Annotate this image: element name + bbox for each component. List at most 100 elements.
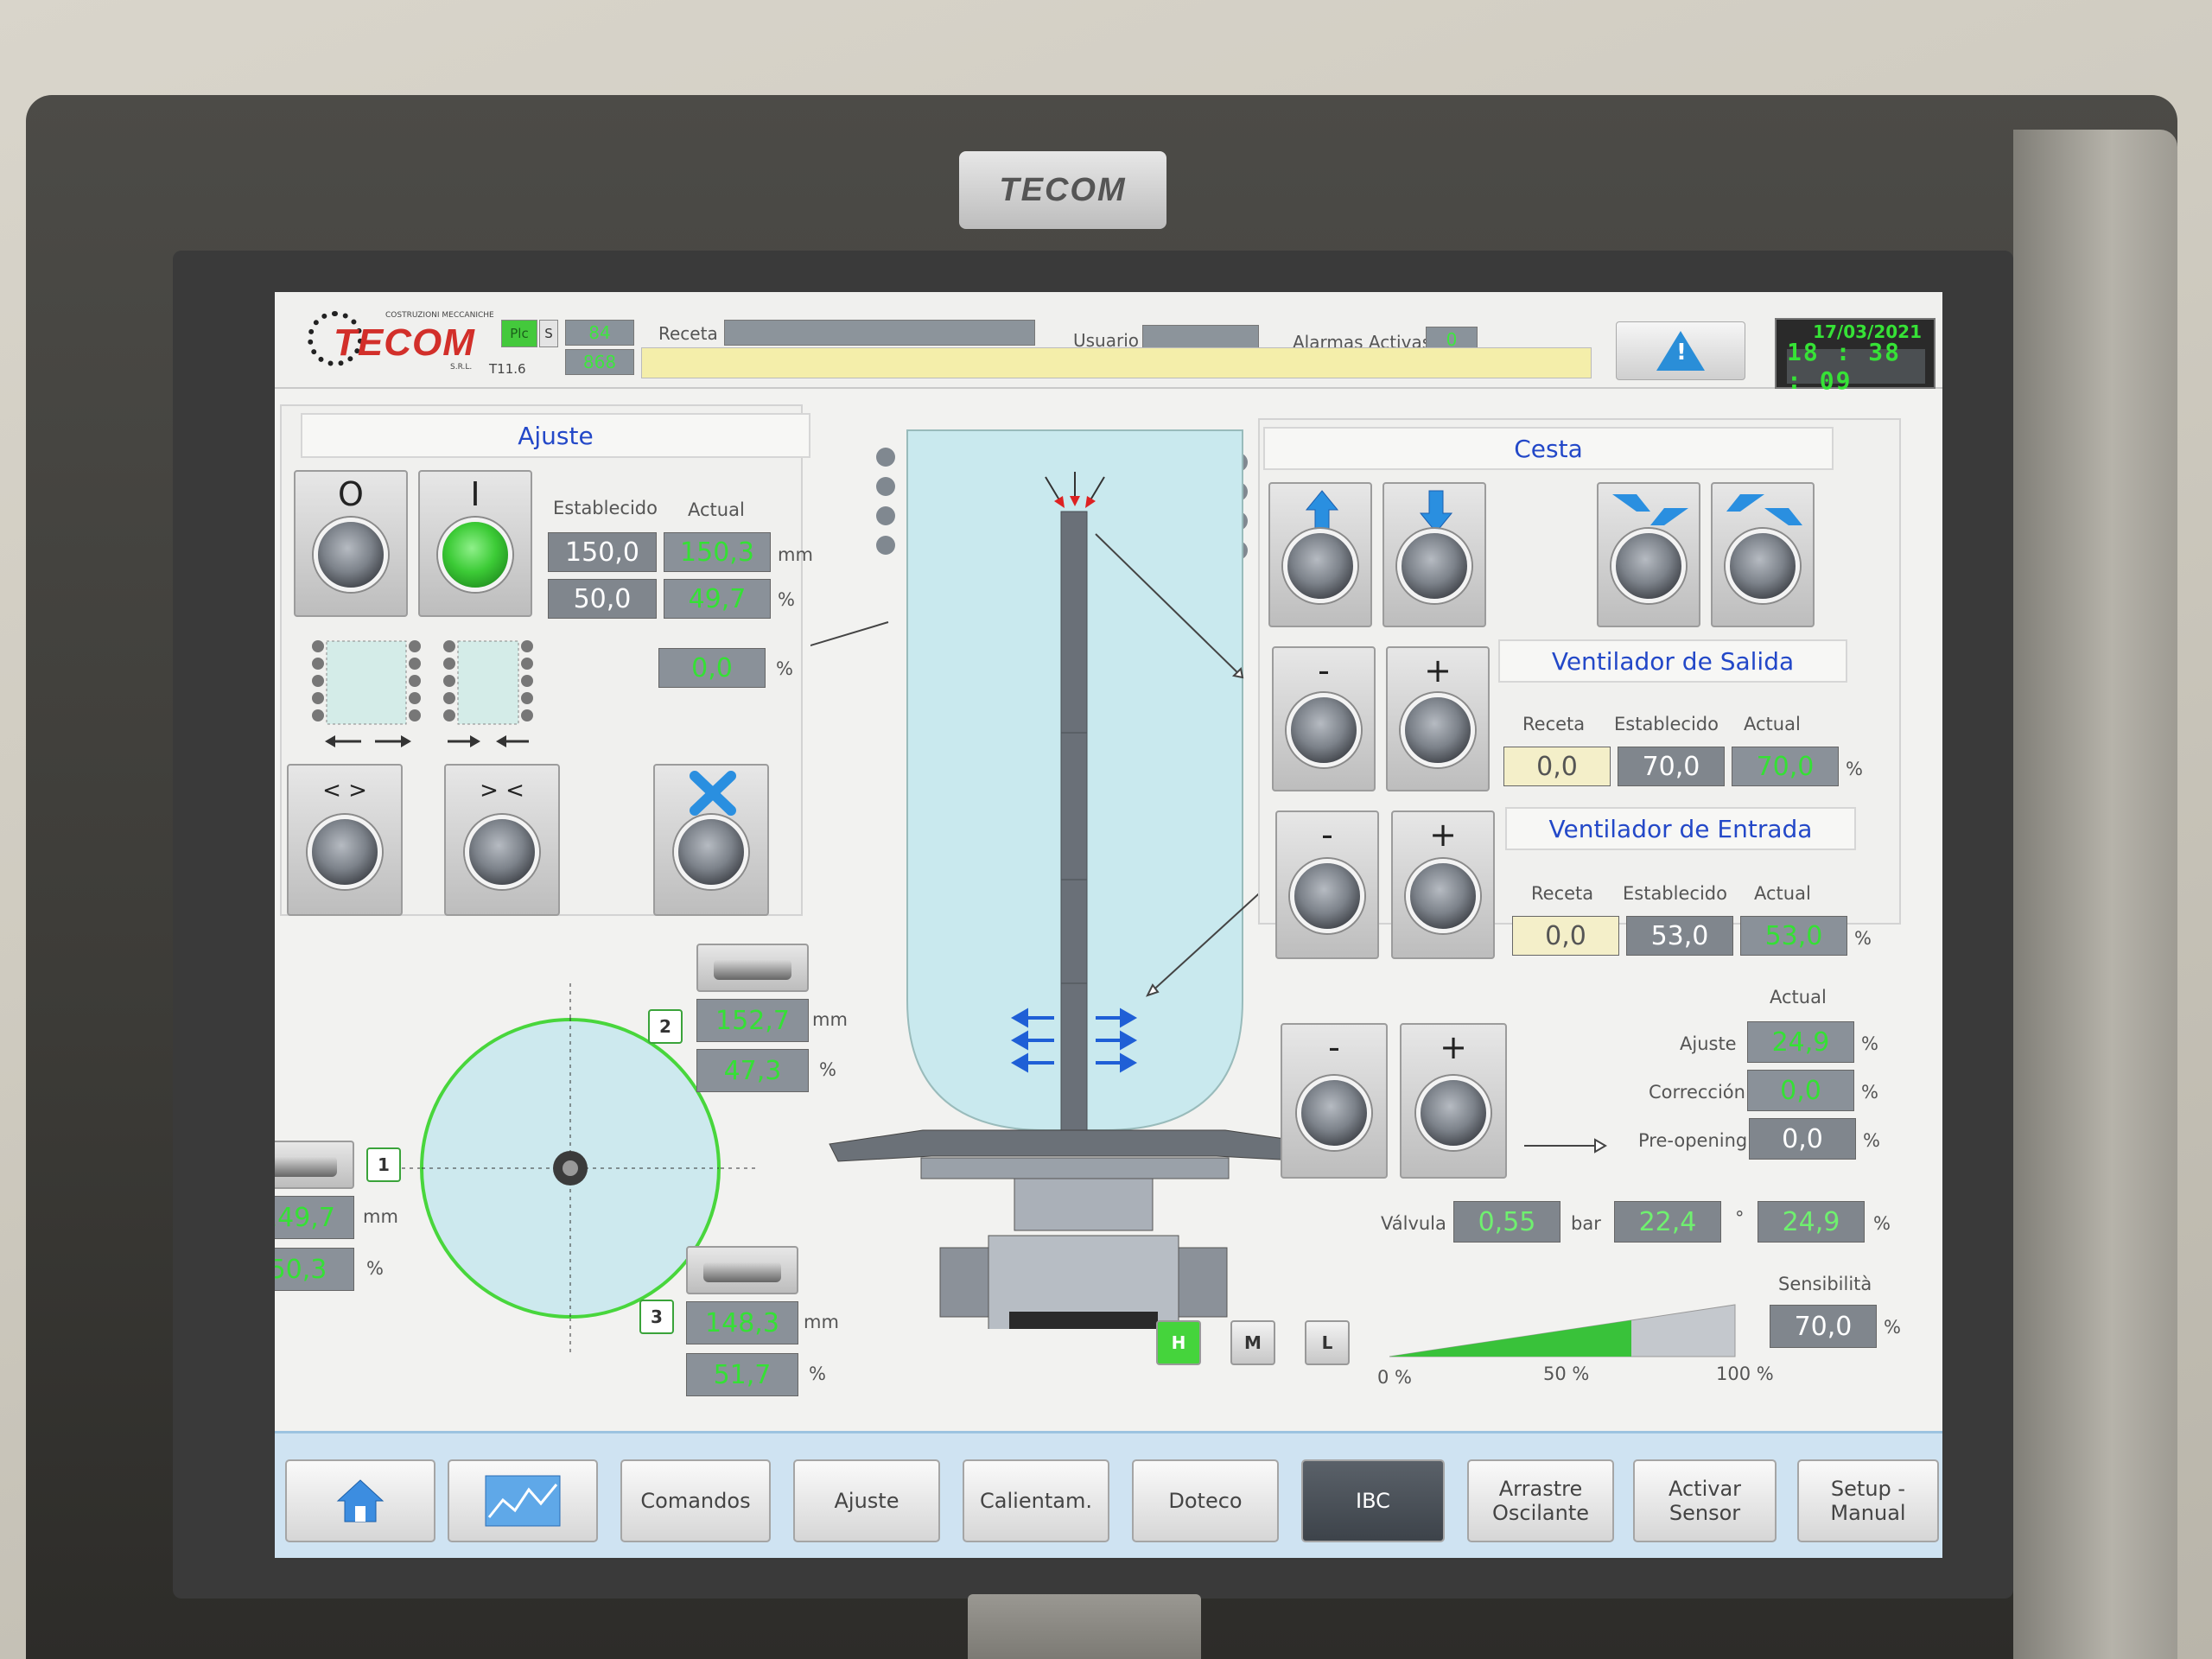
entrada-actual-label: Actual xyxy=(1754,883,1811,904)
ajuste-set-mm[interactable]: 150,0 xyxy=(548,532,657,572)
sensor-1-mm: 149,7 xyxy=(275,1196,354,1239)
ajuste-pct-unit: % xyxy=(778,589,795,610)
valvula-deg-value: 22,4 xyxy=(1614,1201,1721,1243)
sensor-1-mm-unit: mm xyxy=(363,1206,398,1227)
hmi-screen: COSTRUZIONI MECCANICHE TECOM S.R.L. T11.… xyxy=(275,292,1942,1558)
sensor-1-id: 1 xyxy=(366,1147,401,1182)
sensor-3-pct-unit: % xyxy=(809,1363,826,1384)
counter-top: 84 xyxy=(565,320,634,346)
entrada-unit: % xyxy=(1854,928,1872,949)
salida-minus-label: - xyxy=(1318,652,1330,690)
ajuste-actual-header: Actual xyxy=(1770,987,1827,1007)
preopening-value[interactable]: 0,0 xyxy=(1749,1118,1856,1160)
off-button[interactable]: O xyxy=(294,470,408,617)
mould-diagrams xyxy=(312,640,533,747)
salida-plus-label: + xyxy=(1424,652,1452,690)
sensor-2-id: 2 xyxy=(648,1009,683,1044)
warning-icon xyxy=(1656,331,1705,371)
sensor-2-pct: 47,3 xyxy=(696,1049,809,1092)
ajuste-plus-button[interactable]: + xyxy=(1400,1023,1507,1179)
off-knob-icon xyxy=(314,518,388,593)
entrada-plus-button[interactable]: + xyxy=(1391,810,1495,959)
nav-trend-button[interactable] xyxy=(448,1459,598,1542)
open-button[interactable]: < > xyxy=(287,764,403,916)
salida-unit: % xyxy=(1846,759,1863,779)
basket-up-button[interactable] xyxy=(1268,482,1372,627)
basket-down-button[interactable] xyxy=(1382,482,1486,627)
logo-subtitle: COSTRUZIONI MECCANICHE xyxy=(385,311,494,320)
actual-label: Actual xyxy=(688,499,745,520)
salida-receta-label: Receta xyxy=(1522,714,1586,734)
entrada-minus-label: - xyxy=(1321,816,1333,854)
counter-bottom: 868 xyxy=(565,349,634,375)
correccion-label: Corrección xyxy=(1649,1082,1745,1103)
ajuste-set-pct[interactable]: 50,0 xyxy=(548,579,657,619)
sensor-1-pct: 50,3 xyxy=(275,1248,354,1291)
ajuste-row-unit: % xyxy=(1861,1033,1878,1054)
nav-ibc-button[interactable]: IBC xyxy=(1301,1459,1445,1542)
correccion-value: 0,0 xyxy=(1747,1070,1854,1111)
trend-chart-icon xyxy=(485,1475,561,1527)
sensibilita-scale-0: 0 % xyxy=(1377,1367,1412,1388)
ajuste-mm-unit: mm xyxy=(778,544,813,565)
nav-ajuste-button[interactable]: Ajuste xyxy=(793,1459,940,1542)
close-button[interactable]: > < xyxy=(444,764,560,916)
ajuste-row-label: Ajuste xyxy=(1680,1033,1737,1054)
cesta-title: Cesta xyxy=(1263,427,1834,470)
nav-doteco-button[interactable]: Doteco xyxy=(1132,1459,1279,1542)
close-label: > < xyxy=(480,778,524,804)
nav-setup-button[interactable]: Setup - Manual xyxy=(1797,1459,1939,1542)
salida-plus-button[interactable]: + xyxy=(1386,646,1490,791)
time-display: 18 : 38 : 09 xyxy=(1787,338,1925,395)
ajuste-minus-button[interactable]: - xyxy=(1281,1023,1388,1179)
arrow-up-icon xyxy=(1305,490,1339,533)
basket-close-knob-icon xyxy=(1611,529,1686,604)
basket-down-knob-icon xyxy=(1397,529,1471,604)
nav-home-button[interactable] xyxy=(285,1459,435,1542)
preopening-label: Pre-opening xyxy=(1638,1130,1748,1151)
alarm-button[interactable] xyxy=(1616,321,1745,380)
close-knob-icon xyxy=(465,814,539,889)
ajuste-row-value: 24,9 xyxy=(1747,1021,1854,1063)
valvula-deg-unit: ° xyxy=(1735,1208,1745,1229)
nav-comandos-button[interactable]: Comandos xyxy=(620,1459,771,1542)
nav-activar-button[interactable]: Activar Sensor xyxy=(1633,1459,1777,1542)
bottom-nav: Comandos Ajuste Calientam. Doteco IBC Ar… xyxy=(275,1431,1942,1558)
logo-word: TECOM xyxy=(334,321,475,364)
entrada-minus-button[interactable]: - xyxy=(1275,810,1379,959)
entrada-establecido-value[interactable]: 53,0 xyxy=(1626,916,1733,956)
cancel-button[interactable] xyxy=(653,764,769,916)
entrada-establecido-label: Establecido xyxy=(1623,883,1727,904)
cross-icon xyxy=(690,771,736,816)
nav-arrastre-button[interactable]: Arrastre Oscilante xyxy=(1467,1459,1614,1542)
nav-calientam-button[interactable]: Calientam. xyxy=(963,1459,1109,1542)
receta-label: Receta xyxy=(658,323,718,344)
valvula-pct-unit: % xyxy=(1873,1213,1891,1234)
home-icon xyxy=(336,1479,385,1522)
clock-display: 17/03/2021 18 : 38 : 09 xyxy=(1775,318,1936,395)
sensor-3-pct: 51,7 xyxy=(686,1353,798,1396)
cancel-knob-icon xyxy=(674,814,748,889)
arrows-outward-icon xyxy=(1726,494,1802,525)
logo-srl: S.R.L. xyxy=(450,363,473,372)
entrada-plus-knob-icon xyxy=(1406,859,1480,934)
salida-actual-label: Actual xyxy=(1744,714,1801,734)
basket-close-button[interactable] xyxy=(1597,482,1700,627)
salida-establecido-value[interactable]: 70,0 xyxy=(1618,747,1725,786)
speed-m-button[interactable]: M xyxy=(1230,1320,1275,1365)
speed-l-button[interactable]: L xyxy=(1305,1320,1350,1365)
basket-open-button[interactable] xyxy=(1711,482,1815,627)
sensibilita-label: Sensibilità xyxy=(1778,1274,1872,1294)
mould-close-icon xyxy=(443,640,533,747)
speed-h-button[interactable]: H xyxy=(1156,1320,1201,1365)
on-button[interactable]: I xyxy=(418,470,532,617)
preopening-unit: % xyxy=(1863,1130,1880,1151)
ajuste-title: Ajuste xyxy=(301,413,810,458)
tecom-logo: COSTRUZIONI MECCANICHE TECOM S.R.L. xyxy=(308,308,502,377)
brand-logo: TECOM xyxy=(999,171,1127,208)
basket-up-knob-icon xyxy=(1283,529,1357,604)
salida-minus-button[interactable]: - xyxy=(1272,646,1376,791)
arrows-inward-icon xyxy=(1612,494,1688,525)
sensibilita-value[interactable]: 70,0 xyxy=(1770,1305,1877,1348)
salida-title: Ventilador de Salida xyxy=(1498,639,1847,683)
